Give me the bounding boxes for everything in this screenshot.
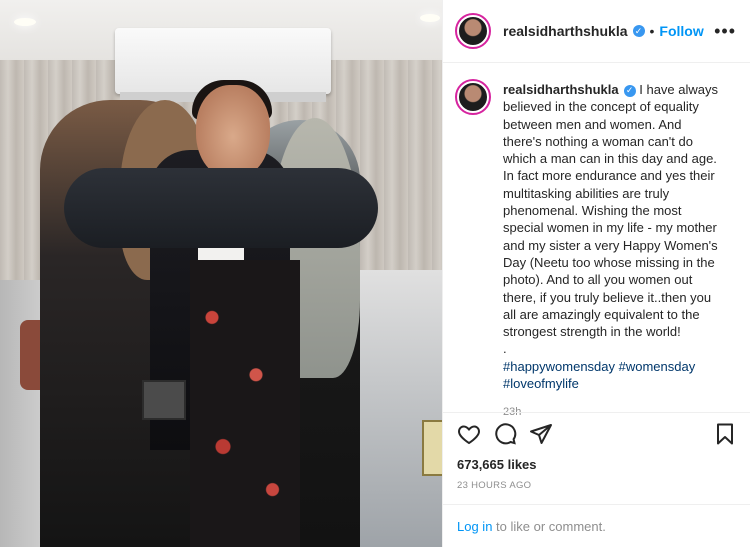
caption-username-link[interactable]: realsidharthshukla <box>503 82 619 97</box>
photo-floral-outfit <box>190 260 300 547</box>
heart-icon[interactable] <box>457 422 481 446</box>
verified-badge-icon: ✓ <box>623 84 636 97</box>
login-link[interactable]: Log in <box>457 519 492 534</box>
photo-ceiling-light <box>420 14 440 22</box>
photo-ceiling-light <box>14 18 36 26</box>
comment-bubble-icon[interactable] <box>493 422 517 446</box>
login-prompt: Log in to like or comment. <box>443 504 750 547</box>
photo-arms <box>64 168 378 248</box>
comments-section: realsidharthshukla ✓ I have always believ… <box>443 63 750 418</box>
instagram-post: realsidharthshukla ✓ • Follow ••• realsi… <box>0 0 750 547</box>
caption-text: I have always believed in the concept of… <box>503 82 718 340</box>
bookmark-icon[interactable] <box>713 422 737 446</box>
post-timestamp[interactable]: 23 HOURS AGO <box>457 480 737 491</box>
action-icons <box>457 413 737 455</box>
post-photo[interactable] <box>0 0 442 547</box>
photo-face <box>196 85 270 179</box>
follow-button[interactable]: Follow <box>659 23 703 39</box>
login-suffix-text: to like or comment. <box>492 518 606 534</box>
paper-plane-icon[interactable] <box>529 422 553 446</box>
username-link[interactable]: realsidharthshukla <box>503 23 628 39</box>
verified-badge-icon: ✓ <box>632 25 645 37</box>
photo-trophy <box>142 380 186 420</box>
photo-wall-frame <box>422 420 442 476</box>
post-header: realsidharthshukla ✓ • Follow ••• <box>443 0 750 63</box>
avatar[interactable] <box>455 79 491 115</box>
hashtag-line[interactable]: #happywomensday #womensday <box>503 358 723 375</box>
separator-dot: • <box>649 23 655 39</box>
likes-count[interactable]: 673,665 likes <box>457 457 737 472</box>
caption: realsidharthshukla ✓ I have always believ… <box>503 81 723 422</box>
post-sidebar: realsidharthshukla ✓ • Follow ••• realsi… <box>442 0 750 547</box>
more-options-icon[interactable]: ••• <box>714 21 736 42</box>
hashtag-line[interactable]: #loveofmylife <box>503 375 723 392</box>
caption-row: realsidharthshukla ✓ I have always believ… <box>455 79 737 422</box>
caption-dot: . <box>503 341 507 357</box>
avatar[interactable] <box>455 13 491 49</box>
